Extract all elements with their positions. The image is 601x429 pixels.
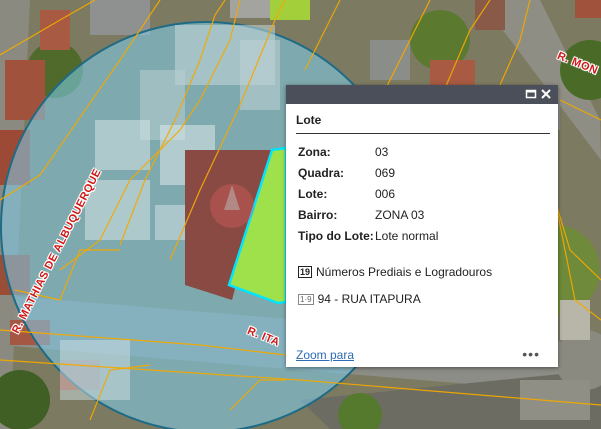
address-number-icon: 19: [298, 266, 313, 278]
field-value: ZONA 03: [375, 208, 425, 222]
field-value: 03: [375, 145, 389, 159]
field-label: Lote:: [298, 187, 328, 201]
popup-titlebar: [286, 85, 558, 104]
field-row-lote: Lote: 006: [298, 187, 395, 201]
popup-divider: [296, 133, 550, 134]
feature-popup[interactable]: Lote Zona: 03 Quadra: 069 Lote: 006 Bairro:…: [286, 85, 558, 367]
more-icon[interactable]: •••: [522, 346, 540, 362]
field-label: Quadra:: [298, 166, 345, 180]
field-row-bairro: Bairro: ZONA 03: [298, 208, 424, 222]
field-value: 006: [375, 187, 396, 201]
field-row-quadra: Quadra: 069: [298, 166, 395, 180]
field-value: Lote normal: [375, 229, 439, 243]
related-record-label[interactable]: 94 - RUA ITAPURA: [318, 292, 421, 306]
related-records-title: Números Prediais e Logradouros: [316, 265, 493, 279]
field-row-zona: Zona: 03: [298, 145, 388, 159]
field-value: 069: [375, 166, 396, 180]
field-label: Zona:: [298, 145, 331, 159]
close-icon[interactable]: [539, 87, 553, 101]
related-record-item[interactable]: 1·9 94 - RUA ITAPURA: [298, 292, 421, 306]
field-row-tipo-lote: Tipo do Lote:Lote normal: [298, 229, 438, 243]
zoom-to-link[interactable]: Zoom para: [296, 348, 354, 362]
related-records-header: 19 Números Prediais e Logradouros: [298, 265, 492, 279]
address-item-icon: 1·9: [298, 294, 314, 305]
field-label: Bairro:: [298, 208, 338, 222]
maximize-icon[interactable]: [524, 87, 538, 101]
field-label: Tipo do Lote:: [298, 229, 374, 243]
popup-title: Lote: [296, 113, 322, 127]
